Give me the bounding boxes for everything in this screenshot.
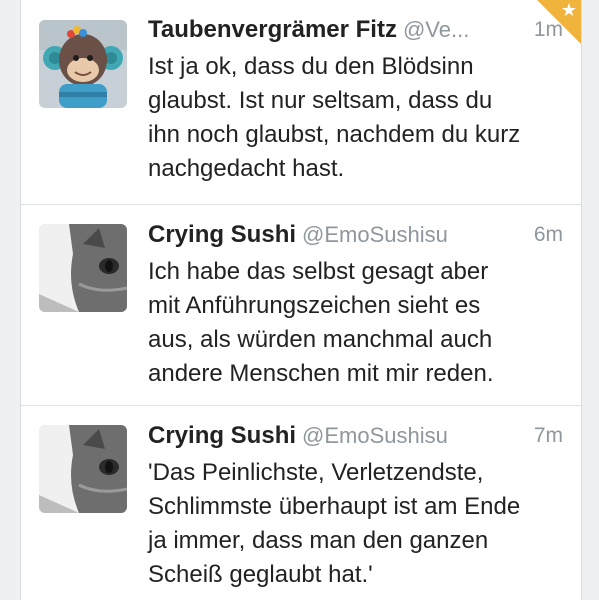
tweet-timestamp: 6m <box>533 223 563 246</box>
author-name[interactable]: Crying Sushi <box>148 221 296 248</box>
tweet-item[interactable]: Crying Sushi @EmoSushisu 7m 'Das Peinlich… <box>21 406 581 600</box>
tweet-item[interactable]: Crying Sushi @EmoSushisu 6m Ich habe das … <box>21 205 581 406</box>
star-icon: ★ <box>560 0 577 20</box>
tweet-text: Ich habe das selbst gesagt aber mit Anfü… <box>148 258 494 387</box>
tweet-text: 'Das Peinlichste, Verletzendste, Schlimm… <box>148 459 521 588</box>
author-handle[interactable]: @Ve... <box>403 17 469 42</box>
cat-photo-avatar <box>39 425 127 513</box>
tweet-header: Taubenvergrämer Fitz @Ve... 1m <box>148 16 563 48</box>
tweet-item[interactable]: Taubenvergrämer Fitz @Ve... 1m Ist ja ok,… <box>21 0 581 205</box>
author-handle[interactable]: @EmoSushisu <box>302 423 448 448</box>
tweet-text: Ist ja ok, dass du den Blödsinn glaubst.… <box>148 53 521 182</box>
avatar[interactable] <box>39 425 127 513</box>
author-name[interactable]: Crying Sushi <box>148 422 296 449</box>
avatar[interactable] <box>39 224 127 312</box>
author-handle[interactable]: @EmoSushisu <box>302 222 448 247</box>
cat-photo-avatar <box>39 224 127 312</box>
author-name[interactable]: Taubenvergrämer Fitz <box>148 16 397 43</box>
monkey-toy-avatar <box>39 20 127 108</box>
tweet-timestamp: 7m <box>533 424 563 447</box>
avatar[interactable] <box>39 20 127 108</box>
tweet-header: Crying Sushi @EmoSushisu 7m <box>148 422 563 454</box>
tweet-header: Crying Sushi @EmoSushisu 6m <box>148 221 563 253</box>
tweet-timeline: Taubenvergrämer Fitz @Ve... 1m Ist ja ok,… <box>20 0 582 600</box>
